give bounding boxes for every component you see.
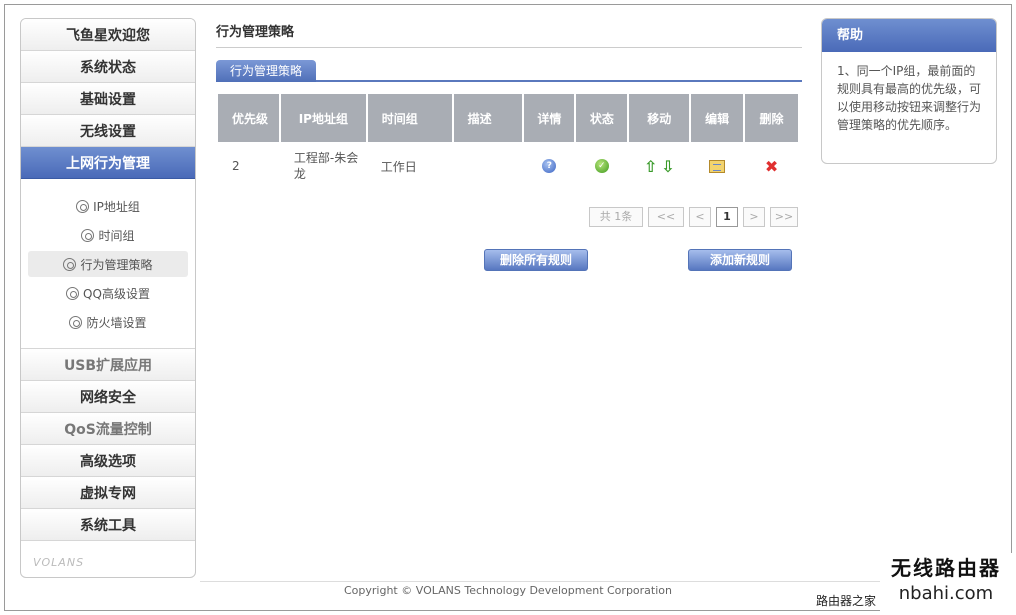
cell-status: ✓	[575, 142, 628, 190]
watermark-title: 无线路由器	[891, 556, 1001, 580]
subnav-item-firewall[interactable]: 防火墙设置	[28, 309, 188, 335]
target-icon	[76, 199, 90, 213]
cell-time-group: 工作日	[380, 159, 417, 174]
sidebar-item-system-tools[interactable]: 系统工具	[21, 509, 195, 541]
target-icon	[81, 228, 95, 242]
sidebar-subnav: IP地址组 时间组 行为管理策略 QQ高级设置 防火墙设置	[21, 179, 195, 349]
pagination-current-page[interactable]: 1	[716, 207, 738, 227]
column-header-description: 描述	[452, 94, 525, 142]
subnav-item-time-group[interactable]: 时间组	[28, 222, 188, 248]
column-header-time-group: 时间组	[366, 94, 454, 142]
pagination-total: 共 1条	[589, 207, 643, 227]
column-header-delete: 删除	[744, 94, 800, 142]
sidebar-item-usb[interactable]: USB扩展应用	[21, 349, 195, 381]
help-title: 帮助	[822, 19, 996, 52]
pagination-prev-button[interactable]: <	[689, 207, 711, 227]
sidebar-item-behavior-management[interactable]: 上网行为管理	[21, 147, 195, 179]
sidebar-item-network-security[interactable]: 网络安全	[21, 381, 195, 413]
subnav-item-label: 防火墙设置	[86, 315, 147, 330]
cell-description	[453, 142, 524, 190]
watermark-site-name: 路由器之家	[813, 592, 878, 609]
sidebar-item-advanced[interactable]: 高级选项	[21, 445, 195, 477]
pagination-first-button[interactable]: <<	[648, 207, 684, 227]
main-content: 行为管理策略 行为管理策略 优先级 IP地址组 时间组 描述 详情 状态 移动 …	[216, 18, 802, 271]
cell-edit	[690, 142, 744, 190]
subnav-item-label: 时间组	[98, 228, 135, 243]
tab-behavior-policy[interactable]: 行为管理策略	[216, 60, 317, 82]
add-rule-button[interactable]: 添加新规则	[688, 249, 792, 271]
sidebar: 飞鱼星欢迎您 系统状态 基础设置 无线设置 上网行为管理 IP地址组 时间组 行…	[20, 18, 196, 578]
cell-move: ⇧ ⇩	[628, 142, 690, 190]
column-header-edit: 编辑	[690, 94, 746, 142]
subnav-item-label: QQ高级设置	[83, 286, 150, 301]
sidebar-item-vpn[interactable]: 虚拟专网	[21, 477, 195, 509]
delete-all-rules-button[interactable]: 删除所有规则	[484, 249, 588, 271]
pagination-last-button[interactable]: >>	[770, 207, 798, 227]
sidebar-item-welcome[interactable]: 飞鱼星欢迎您	[21, 19, 195, 51]
column-header-status: 状态	[575, 94, 630, 142]
pagination-next-button[interactable]: >	[743, 207, 765, 227]
help-text: 1、同一个IP组，最前面的规则具有最高的优先级，可以使用移动按钮来调整行为管理策…	[837, 64, 982, 132]
target-icon	[69, 315, 83, 329]
cell-detail: ?	[523, 142, 575, 190]
watermark: 无线路由器 nbahi.com	[880, 553, 1012, 611]
watermark-url: nbahi.com	[898, 583, 994, 604]
target-icon	[63, 257, 77, 271]
cell-delete: ✖	[744, 142, 799, 190]
arrow-down-icon[interactable]: ⇩	[661, 157, 674, 176]
sidebar-item-system-status[interactable]: 系统状态	[21, 51, 195, 83]
sidebar-item-qos[interactable]: QoS流量控制	[21, 413, 195, 445]
edit-icon[interactable]	[709, 160, 726, 173]
info-icon[interactable]: ?	[542, 159, 557, 174]
tab-bar: 行为管理策略	[216, 60, 802, 82]
target-icon	[66, 286, 80, 300]
check-icon[interactable]: ✓	[594, 159, 609, 174]
column-header-priority: 优先级	[218, 94, 281, 142]
cell-ip-group: 工程部-朱会龙	[293, 151, 359, 181]
column-header-move: 移动	[628, 94, 692, 142]
cell-priority: 2	[232, 159, 240, 173]
column-header-detail: 详情	[523, 94, 577, 142]
sidebar-item-basic-settings[interactable]: 基础设置	[21, 83, 195, 115]
delete-icon[interactable]: ✖	[765, 157, 778, 176]
page-title: 行为管理策略	[216, 18, 802, 48]
sidebar-item-wireless-settings[interactable]: 无线设置	[21, 115, 195, 147]
subnav-item-label: IP地址组	[93, 199, 140, 214]
brand-logo: VOLANS	[33, 555, 85, 569]
column-header-ip-group: IP地址组	[279, 94, 368, 142]
arrow-up-icon[interactable]: ⇧	[644, 157, 657, 176]
pagination: 共 1条 << < 1 > >>	[589, 207, 798, 227]
subnav-item-behavior-policy[interactable]: 行为管理策略	[28, 251, 188, 277]
subnav-item-label: 行为管理策略	[80, 257, 153, 272]
table-header-row: 优先级 IP地址组 时间组 描述 详情 状态 移动 编辑 删除	[218, 94, 800, 142]
policy-table: 优先级 IP地址组 时间组 描述 详情 状态 移动 编辑 删除 2 工程部-朱会…	[218, 94, 800, 190]
subnav-item-qq-advanced[interactable]: QQ高级设置	[28, 280, 188, 306]
subnav-item-ip-group[interactable]: IP地址组	[28, 193, 188, 219]
table-row: 2 工程部-朱会龙 工作日 ? ✓ ⇧ ⇩ ✖	[218, 142, 799, 190]
help-panel: 帮助 1、同一个IP组，最前面的规则具有最高的优先级，可以使用移动按钮来调整行为…	[821, 18, 997, 164]
